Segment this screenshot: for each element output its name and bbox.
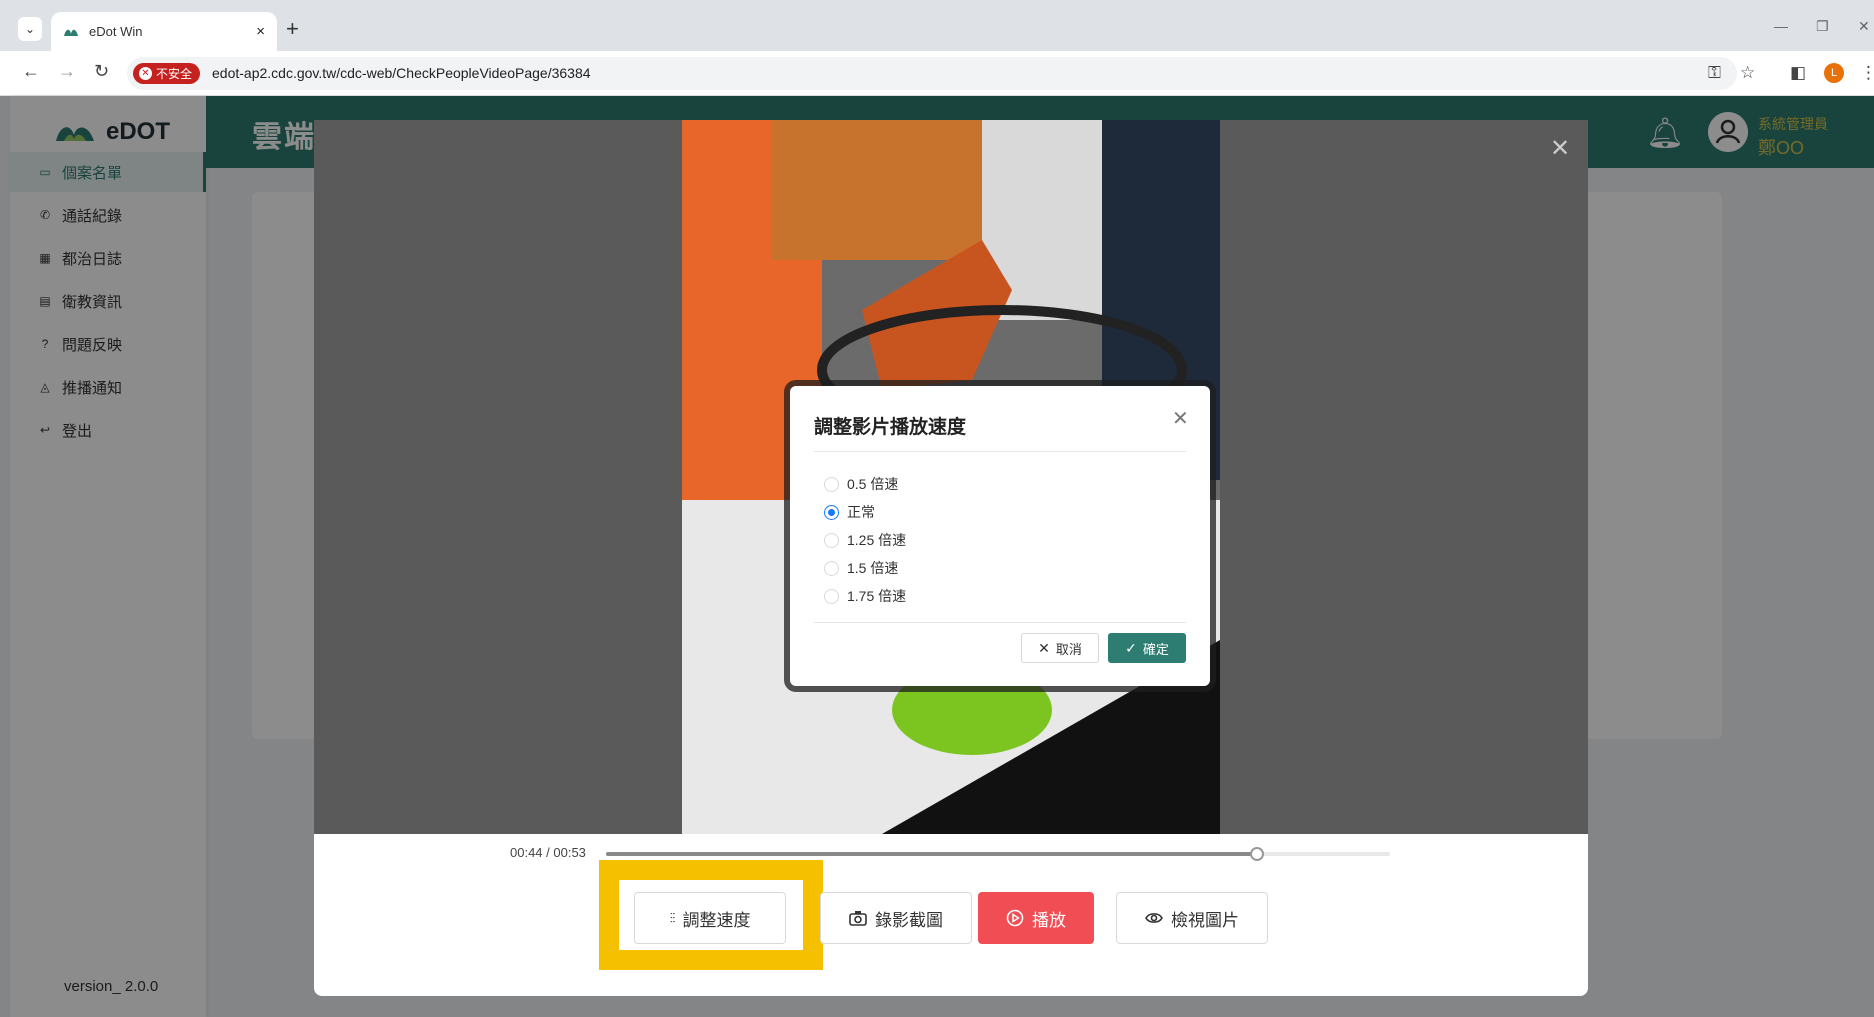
tab-search-chevron-icon[interactable]: ⌄	[18, 17, 42, 41]
speed-sliders-icon: ⫶⫶	[669, 909, 676, 926]
cancel-button[interactable]: ✕ 取消	[1021, 633, 1099, 663]
camera-icon	[849, 911, 867, 926]
radio-button[interactable]	[824, 532, 839, 548]
url-text[interactable]: edot-ap2.cdc.gov.tw/cdc-web/CheckPeopleV…	[212, 65, 591, 81]
view-images-button[interactable]: 檢視圖片	[1116, 892, 1268, 944]
new-tab-button[interactable]: +	[286, 16, 299, 42]
play-circle-icon	[1006, 909, 1024, 927]
speed-option-1-5[interactable]: 1.5 倍速	[824, 558, 898, 578]
play-button[interactable]: 播放	[978, 892, 1094, 944]
restore-icon[interactable]: ❐	[1816, 18, 1829, 35]
eye-icon	[1145, 913, 1163, 923]
edot-favicon-icon	[64, 29, 78, 36]
minimize-icon[interactable]: —	[1774, 18, 1788, 34]
radio-button[interactable]	[824, 560, 839, 576]
adjust-speed-label: 調整速度	[682, 910, 751, 930]
speed-option-1-75[interactable]: 1.75 倍速	[824, 586, 906, 606]
speed-dialog-title: 調整影片播放速度	[814, 417, 967, 438]
browser-tabstrip: ⌄ eDot Win × + — ❐ ✕	[0, 0, 1874, 51]
divider	[814, 451, 1186, 452]
speed-option-label: 1.25 倍速	[847, 532, 907, 548]
radio-button[interactable]	[824, 504, 839, 520]
progress-fill	[606, 852, 1257, 856]
screenshot-label: 錄影截圖	[875, 910, 943, 930]
reload-icon[interactable]: ↻	[94, 61, 109, 82]
view-images-label: 檢視圖片	[1171, 910, 1239, 930]
radio-button[interactable]	[824, 588, 839, 604]
security-label: 不安全	[156, 67, 193, 81]
warning-icon: ✕	[139, 67, 152, 80]
speed-option-label: 正常	[847, 504, 875, 520]
security-chip[interactable]: ✕ 不安全	[133, 63, 201, 84]
check-icon: ✓	[1125, 639, 1137, 656]
speed-option-label: 1.75 倍速	[847, 588, 907, 604]
confirm-button[interactable]: ✓ 確定	[1108, 633, 1186, 663]
star-icon[interactable]: ☆	[1740, 63, 1755, 83]
address-bar[interactable]: ✕ 不安全 edot-ap2.cdc.gov.tw/cdc-web/CheckP…	[127, 57, 1737, 90]
tab-close-icon[interactable]: ×	[256, 23, 265, 40]
player-controls: 00:44 / 00:53 ⫶⫶ 調整速度 錄影截圖 播放 檢視圖片	[314, 834, 1588, 996]
back-icon[interactable]: ←	[22, 61, 40, 82]
speed-option-normal[interactable]: 正常	[824, 502, 875, 522]
key-icon[interactable]: ⚿	[1708, 63, 1721, 83]
speed-dialog-close-icon[interactable]: ✕	[1172, 406, 1189, 431]
profile-avatar[interactable]: L	[1824, 63, 1844, 83]
cancel-label: 取消	[1055, 641, 1082, 657]
progress-track[interactable]	[606, 847, 1390, 861]
menu-icon[interactable]: ⋮	[1860, 63, 1874, 83]
adjust-speed-button[interactable]: ⫶⫶ 調整速度	[634, 892, 786, 944]
screenshot-button[interactable]: 錄影截圖	[820, 892, 972, 944]
browser-toolbar: ← → ↻ ✕ 不安全 edot-ap2.cdc.gov.tw/cdc-web/…	[0, 51, 1874, 96]
radio-button[interactable]	[824, 476, 839, 492]
forward-icon[interactable]: →	[58, 61, 76, 82]
browser-tab[interactable]: eDot Win ×	[51, 12, 277, 51]
sidepanel-icon[interactable]: ◧	[1790, 63, 1806, 83]
divider	[814, 622, 1186, 623]
confirm-label: 確定	[1142, 641, 1169, 657]
speed-option-label: 0.5 倍速	[847, 476, 899, 492]
speed-option-label: 1.5 倍速	[847, 560, 899, 576]
playback-time: 00:44 / 00:53	[510, 845, 586, 860]
tab-title: eDot Win	[89, 24, 143, 39]
window-close-icon[interactable]: ✕	[1858, 18, 1870, 35]
speed-dialog: 調整影片播放速度 ✕ 0.5 倍速 正常 1.25 倍速 1.5 倍速 1.75…	[790, 386, 1210, 686]
progress-handle[interactable]	[1249, 847, 1264, 861]
video-modal-close-icon[interactable]: ✕	[1550, 134, 1570, 163]
play-label: 播放	[1032, 910, 1066, 930]
close-icon: ✕	[1038, 639, 1050, 656]
speed-option-1-25[interactable]: 1.25 倍速	[824, 530, 906, 550]
speed-option-0-5[interactable]: 0.5 倍速	[824, 474, 898, 494]
